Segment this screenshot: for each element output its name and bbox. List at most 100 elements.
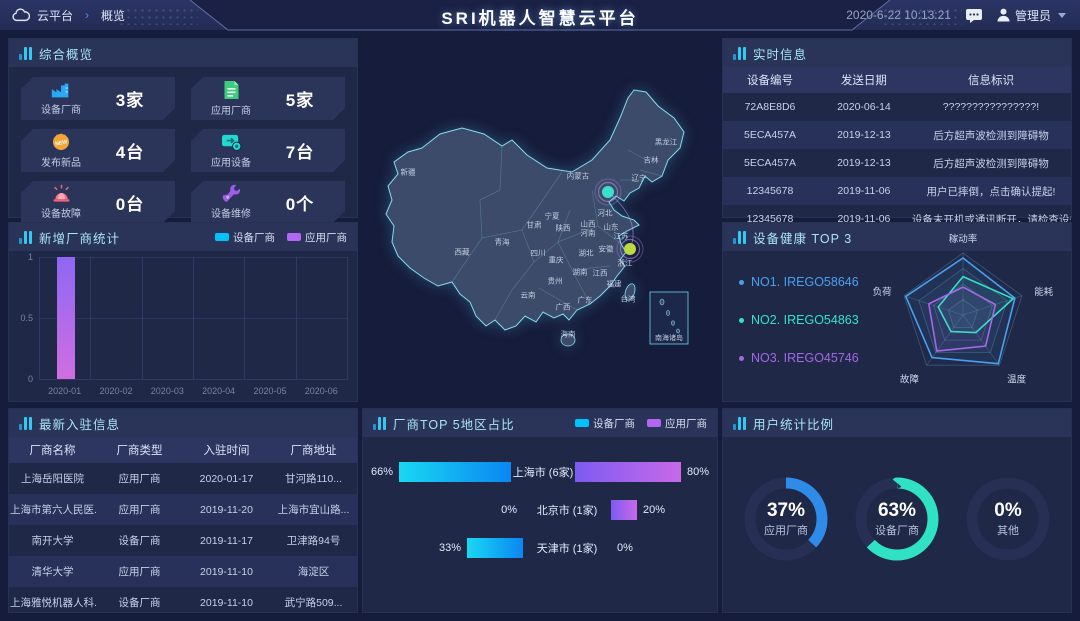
panel-title-icon [373,416,386,430]
category-label: 天津市 (1家) [523,540,611,556]
legend-swatch [287,233,301,241]
message-icon[interactable] [965,8,983,23]
hainan-island[interactable] [561,334,575,346]
cell: 2019-11-17 [183,525,270,556]
donut-value: 0% [994,500,1021,522]
device-health-panel: 设备健康 TOP 3 NO1. IREGO58646 NO2. IREGO548… [722,222,1072,402]
app-title: SRI机器人智慧云平台 [441,4,638,29]
user-ratio-panel: 用户统计比例 37% 应用厂商 63% 设备厂商 0% 其他 [722,408,1072,613]
breadcrumb-current[interactable]: 概览 [101,7,125,24]
table-row: 72A8E8D62020-06-14????????????????! [723,93,1071,121]
column-header: 入驻时间 [183,437,270,463]
panel-title: 设备健康 TOP 3 [753,228,852,247]
table-row: 5ECA457A2019-12-13后方超声波检测到障碍物 [723,149,1071,177]
bar-value-label: 33% [439,542,461,554]
cell: 2020-06-14 [817,93,911,121]
radar-axis-label: 能耗 [1034,286,1054,298]
x-axis-tick: 2020-02 [90,386,141,396]
breadcrumb-separator: › [85,8,89,22]
column-header: 厂商名称 [9,437,96,463]
bullet-dot [739,318,744,323]
cell: 设备厂商 [96,587,183,618]
new-badge-icon: NEW [51,132,71,152]
cell: 5ECA457A [723,121,817,149]
stat-card-value: 3家 [93,86,167,111]
device-icon [221,133,242,152]
table-row: 上海市第六人民医...应用厂商2019-11-20上海市宜山路... [9,494,357,525]
bar-value-label: 66% [371,466,393,478]
radar-axis-label: 故障 [900,374,920,386]
user-menu[interactable]: 管理员 [997,7,1066,24]
panel-title: 实时信息 [753,44,807,63]
overview-panel: 综合概览 设备厂商 3家 应用厂商 [8,38,358,218]
legend-item-app-vendor[interactable]: 应用厂商 [287,230,347,245]
y-axis-tick: 0 [13,374,33,384]
china-landmass[interactable] [386,90,684,346]
cell: 12345678 [723,177,817,205]
city-marker-0[interactable] [602,186,614,198]
stat-card-value: 5家 [263,86,337,111]
donut-label: 应用厂商 [764,522,808,538]
legend-item-device-vendor[interactable]: 设备厂商 [215,230,275,245]
stat-card-label: 应用厂商 [211,102,251,117]
radar-axis-label: 负荷 [873,286,893,298]
stat-card-device-repairs: 设备维修 0个 [191,181,345,223]
donut-label: 设备厂商 [875,522,919,538]
cell: 2019-11-20 [183,494,270,525]
cell: ????????????????! [911,93,1071,121]
stat-card-device-faults: 设备故障 0台 [21,181,175,223]
cell: 上海岳阳医院 [9,463,96,494]
bar-device-vendor [467,538,523,558]
cell: 应用厂商 [96,494,183,525]
legend-swatch [575,419,589,427]
stat-card-device-vendors: 设备厂商 3家 [21,77,175,120]
donut-label: 其他 [997,522,1019,538]
radar-axis-label: 温度 [1007,374,1027,386]
bullet-dot [739,280,744,285]
stat-card-value: 4台 [93,138,167,163]
donut-value: 63% [878,500,916,522]
cell: 5ECA457A [723,149,817,177]
legend-swatch [647,419,661,427]
legend-item-app-vendor[interactable]: 应用厂商 [647,416,707,431]
stat-card-value: 0台 [93,190,167,215]
taiwan-island[interactable] [623,283,637,302]
city-marker-1[interactable] [624,243,636,255]
stat-card-app-vendors: 应用厂商 5家 [191,77,345,120]
china-map[interactable]: 新疆西藏青海甘肃宁夏内蒙古黑龙江吉林辽宁河北山西山东陕西河南江苏安徽四川重庆湖北… [362,30,718,405]
panel-title-icon [733,230,746,244]
legend-label: 应用厂商 [305,230,347,245]
cell: 甘河路110... [270,463,357,494]
cell: 武宁路509... [270,587,357,618]
bar-app-vendor [575,462,681,482]
table-row: 清华大学应用厂商2019-11-10海淀区 [9,556,357,587]
cell: 2020-01-17 [183,463,270,494]
legend-item-device-vendor[interactable]: 设备厂商 [575,416,635,431]
radar-axis-label: 稼动率 [949,233,978,245]
cell: 应用厂商 [96,556,183,587]
cell: 2019-12-13 [817,149,911,177]
panel-title-icon [19,46,32,60]
cell: 后方超声波检测到障碍物 [911,121,1071,149]
legend-label: 应用厂商 [665,416,707,431]
bar-应用厂商 [57,257,75,379]
legend-label: 设备厂商 [233,230,275,245]
panel-title-icon [733,46,746,60]
gridline [40,257,348,258]
cell: 南开大学 [9,525,96,556]
panel-title: 新增厂商统计 [39,228,120,247]
panel-title-icon [19,416,32,430]
cell: 卫津路94号 [270,525,357,556]
gridline [40,318,348,319]
cell: 2019-12-13 [817,121,911,149]
wrench-icon [221,184,242,203]
cell: 后方超声波检测到障碍物 [911,149,1071,177]
bar-value-label: 20% [643,504,665,516]
x-axis-tick: 2020-01 [39,386,90,396]
bar-chart-plot [39,257,348,380]
bar-value-label: 0% [617,542,633,554]
datetime-display: 2020-6-22 10:13:21 [846,8,951,22]
breadcrumb-root[interactable]: 云平台 [37,7,73,24]
chart-legend: 设备厂商 应用厂商 [215,230,347,245]
stat-card-app-devices: 应用设备 7台 [191,129,345,172]
